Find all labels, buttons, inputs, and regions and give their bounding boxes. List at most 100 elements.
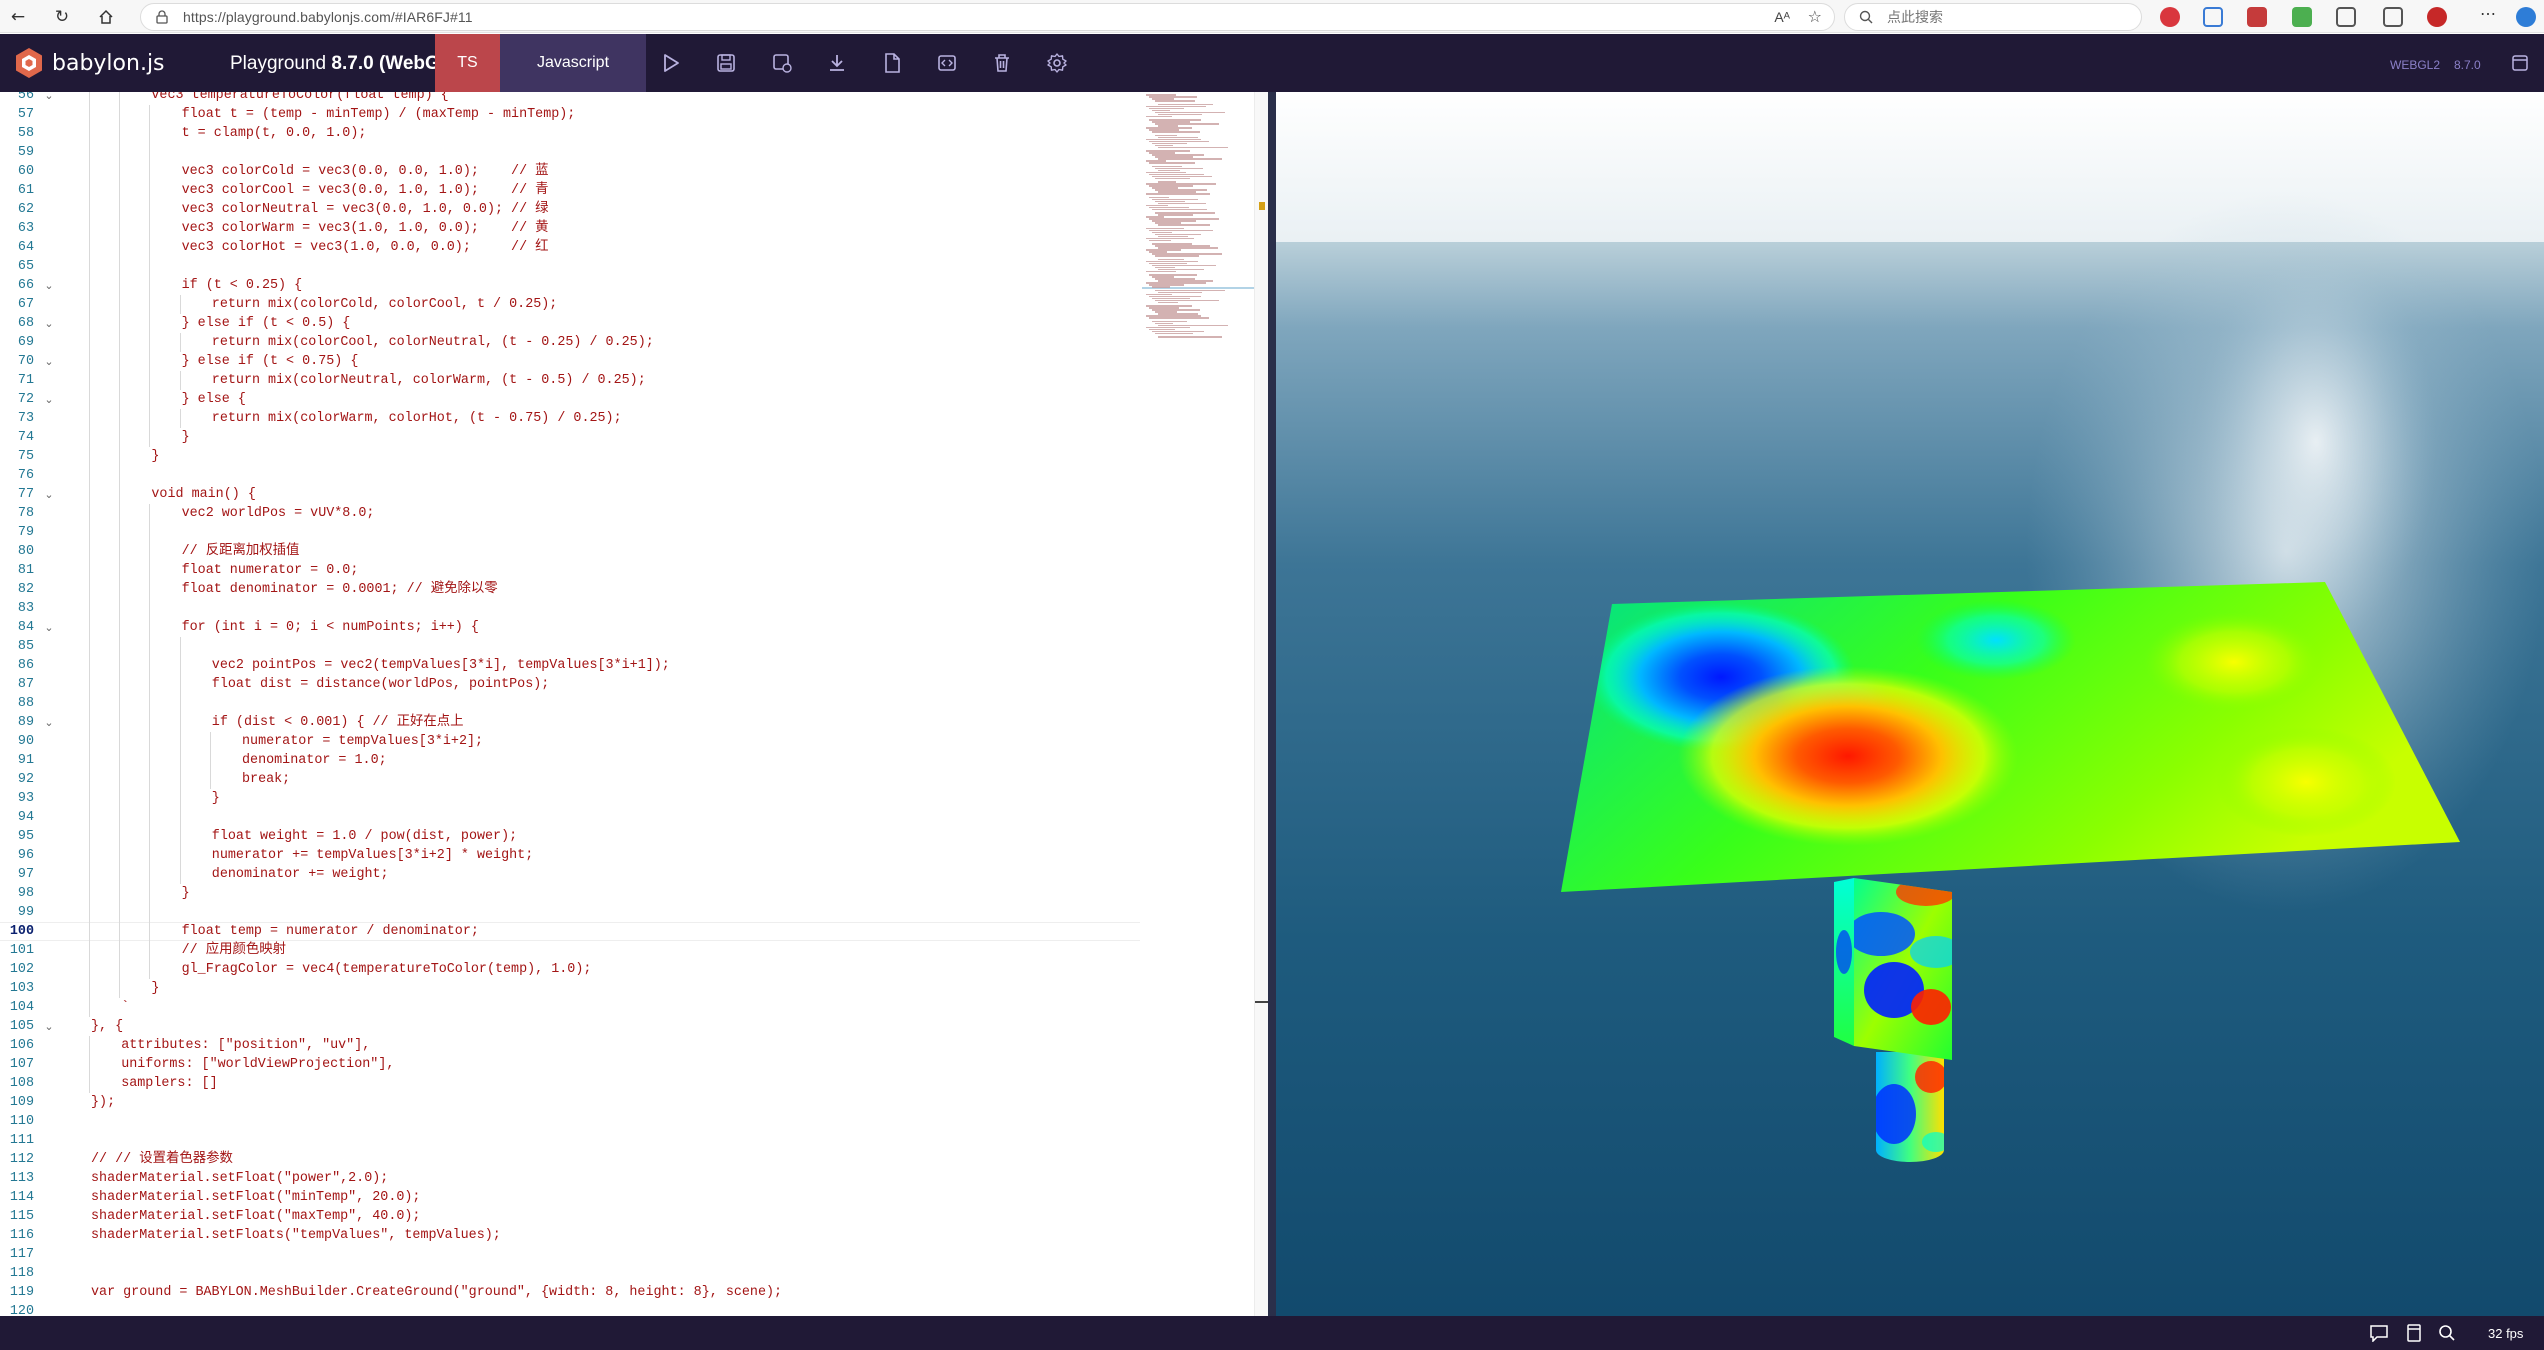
code-line[interactable]: 101 // 应用颜色映射 xyxy=(0,941,1140,960)
code-line[interactable]: 94 xyxy=(0,808,1140,827)
fold-chevron-icon[interactable]: ⌄ xyxy=(42,314,56,333)
line-code[interactable]: uniforms: ["worldViewProjection"], xyxy=(121,1055,394,1074)
line-code[interactable]: } else { xyxy=(182,390,246,409)
fold-chevron-icon[interactable]: ⌄ xyxy=(42,1017,56,1036)
browser-search-box[interactable] xyxy=(1844,3,2142,31)
code-line[interactable]: 81 float numerator = 0.0; xyxy=(0,561,1140,580)
ground-heatmap-mesh[interactable] xyxy=(1561,582,2460,892)
line-code[interactable]: // // 设置着色器参数 xyxy=(91,1150,233,1169)
code-line[interactable]: 66 ⌄ if (t < 0.25) { xyxy=(0,276,1140,295)
code-line[interactable]: 63 vec3 colorWarm = vec3(1.0, 1.0, 0.0); … xyxy=(0,219,1140,238)
line-code[interactable]: return mix(colorCold, colorCool, t / 0.2… xyxy=(212,295,558,314)
code-line[interactable]: 119 var ground = BABYLON.MeshBuilder.Crea… xyxy=(0,1283,1140,1302)
code-line[interactable]: 57 float t = (temp - minTemp) / (maxTemp … xyxy=(0,105,1140,124)
code-line[interactable]: 112 // // 设置着色器参数 xyxy=(0,1150,1140,1169)
back-icon[interactable]: ← xyxy=(6,5,30,29)
refresh-icon[interactable]: ↻ xyxy=(50,5,74,29)
line-code[interactable]: vec3 colorCool = vec3(0.0, 1.0, 1.0); //… xyxy=(182,181,549,200)
line-code[interactable]: shaderMaterial.setFloat("maxTemp", 40.0)… xyxy=(91,1207,420,1226)
line-code[interactable]: if (dist < 0.001) { // 正好在点上 xyxy=(212,713,464,732)
code-line[interactable]: 62 vec3 colorNeutral = vec3(0.0, 1.0, 0.0… xyxy=(0,200,1140,219)
babylon-version-label[interactable]: 8.7.0 xyxy=(2454,58,2481,72)
line-code[interactable]: numerator = tempValues[3*i+2]; xyxy=(242,732,483,751)
box-mesh[interactable] xyxy=(1834,878,1962,1060)
code-line[interactable]: 90 numerator = tempValues[3*i+2]; xyxy=(0,732,1140,751)
code-line[interactable]: 118 xyxy=(0,1264,1140,1283)
clear-icon[interactable] xyxy=(990,51,1014,75)
line-code[interactable]: ` xyxy=(121,998,129,1017)
editor-minimap[interactable] xyxy=(1142,92,1254,1316)
babylon-logo[interactable]: babylon.js xyxy=(14,47,165,79)
favorites-icon[interactable] xyxy=(2383,7,2403,27)
code-line[interactable]: 109}); xyxy=(0,1093,1140,1112)
line-code[interactable]: shaderMaterial.setFloat("power",2.0); xyxy=(91,1169,388,1188)
code-line[interactable]: 87 float dist = distance(worldPos, pointP… xyxy=(0,675,1140,694)
code-line[interactable]: 99 xyxy=(0,903,1140,922)
code-line[interactable]: 107 uniforms: ["worldViewProjection"], xyxy=(0,1055,1140,1074)
copilot-icon[interactable] xyxy=(2516,7,2536,27)
code-line[interactable]: 59 xyxy=(0,143,1140,162)
code-line[interactable]: 104 ` xyxy=(0,998,1140,1017)
lock-icon[interactable] xyxy=(155,10,169,24)
line-code[interactable]: } xyxy=(182,428,190,447)
read-aloud-icon[interactable]: Aᴬ xyxy=(1774,9,1790,25)
profile-avatar[interactable] xyxy=(2427,7,2447,27)
line-code[interactable]: t = clamp(t, 0.0, 1.0); xyxy=(182,124,367,143)
code-line[interactable]: 110 xyxy=(0,1112,1140,1131)
line-code[interactable]: return mix(colorWarm, colorHot, (t - 0.7… xyxy=(212,409,622,428)
line-code[interactable]: vec2 worldPos = vUV*8.0; xyxy=(182,504,375,523)
line-code[interactable]: float temp = numerator / denominator; xyxy=(182,922,479,941)
code-line[interactable]: 91 denominator = 1.0; xyxy=(0,751,1140,770)
line-code[interactable]: if (t < 0.25) { xyxy=(182,276,303,295)
code-line[interactable]: 67 return mix(colorCold, colorCool, t / 0… xyxy=(0,295,1140,314)
line-code[interactable]: break; xyxy=(242,770,290,789)
code-line[interactable]: 106 attributes: ["position", "uv"], xyxy=(0,1036,1140,1055)
code-line[interactable]: 115 shaderMaterial.setFloat("maxTemp", 40… xyxy=(0,1207,1140,1226)
line-code[interactable]: // 反距离加权插值 xyxy=(182,542,300,561)
code-line[interactable]: 98} xyxy=(0,884,1140,903)
code-line[interactable]: 83 xyxy=(0,599,1140,618)
favorite-star-icon[interactable]: ☆ xyxy=(1808,7,1822,26)
line-code[interactable]: vec2 pointPos = vec2(tempValues[3*i], te… xyxy=(212,656,670,675)
line-code[interactable]: vec3 colorHot = vec3(1.0, 0.0, 0.0); // … xyxy=(182,238,549,257)
new-icon[interactable] xyxy=(880,51,904,75)
line-code[interactable]: } else if (t < 0.5) { xyxy=(182,314,351,333)
search-input[interactable] xyxy=(1887,9,2107,25)
code-line[interactable]: 120 xyxy=(0,1302,1140,1316)
fold-chevron-icon[interactable]: ⌄ xyxy=(42,618,56,637)
line-code[interactable]: float weight = 1.0 / pow(dist, power); xyxy=(212,827,517,846)
code-line[interactable]: 95 float weight = 1.0 / pow(dist, power); xyxy=(0,827,1140,846)
format-icon[interactable] xyxy=(935,51,959,75)
cylinder-mesh[interactable] xyxy=(1872,1052,1950,1162)
line-code[interactable]: shaderMaterial.setFloat("minTemp", 20.0)… xyxy=(91,1188,420,1207)
code-line[interactable]: 111 xyxy=(0,1131,1140,1150)
line-code[interactable]: samplers: [] xyxy=(121,1074,217,1093)
home-icon[interactable] xyxy=(94,5,118,29)
code-line[interactable]: 76 xyxy=(0,466,1140,485)
code-line[interactable]: 56 ⌄ vec3 temperatureToColor(float temp) { xyxy=(0,92,1140,105)
line-code[interactable]: vec3 temperatureToColor(float temp) { xyxy=(151,92,448,105)
code-line[interactable]: 100 float temp = numerator / denominator; xyxy=(0,922,1140,941)
save-icon[interactable] xyxy=(714,51,738,75)
url-text[interactable]: https://playground.babylonjs.com/#IAR6FJ… xyxy=(183,9,473,25)
line-code[interactable]: vec3 colorWarm = vec3(1.0, 1.0, 0.0); //… xyxy=(182,219,549,238)
fold-chevron-icon[interactable]: ⌄ xyxy=(42,92,56,105)
line-code[interactable]: gl_FragColor = vec4(temperatureToColor(t… xyxy=(182,960,592,979)
extension-color-icon[interactable] xyxy=(2292,7,2312,27)
code-line[interactable]: 77 ⌄ void main() { xyxy=(0,485,1140,504)
line-code[interactable]: float numerator = 0.0; xyxy=(182,561,359,580)
code-line[interactable]: 108 samplers: [] xyxy=(0,1074,1140,1093)
line-code[interactable]: denominator += weight; xyxy=(212,865,389,884)
code-line[interactable]: 78 vec2 worldPos = vUV*8.0; xyxy=(0,504,1140,523)
code-line[interactable]: 82 float denominator = 0.0001; // 避免除以零 xyxy=(0,580,1140,599)
code-line[interactable]: 80 // 反距离加权插值 xyxy=(0,542,1140,561)
tab-typescript[interactable]: TS xyxy=(435,34,500,92)
code-line[interactable]: 70 ⌄} else if (t < 0.75) { xyxy=(0,352,1140,371)
code-line[interactable]: 71 return mix(colorNeutral, colorWarm, (t… xyxy=(0,371,1140,390)
editor-splitter[interactable] xyxy=(1268,92,1276,1316)
download-icon[interactable] xyxy=(825,51,849,75)
code-line[interactable]: 74} xyxy=(0,428,1140,447)
address-bar[interactable]: https://playground.babylonjs.com/#IAR6FJ… xyxy=(140,3,1835,31)
run-icon[interactable] xyxy=(659,51,683,75)
fold-chevron-icon[interactable]: ⌄ xyxy=(42,276,56,295)
